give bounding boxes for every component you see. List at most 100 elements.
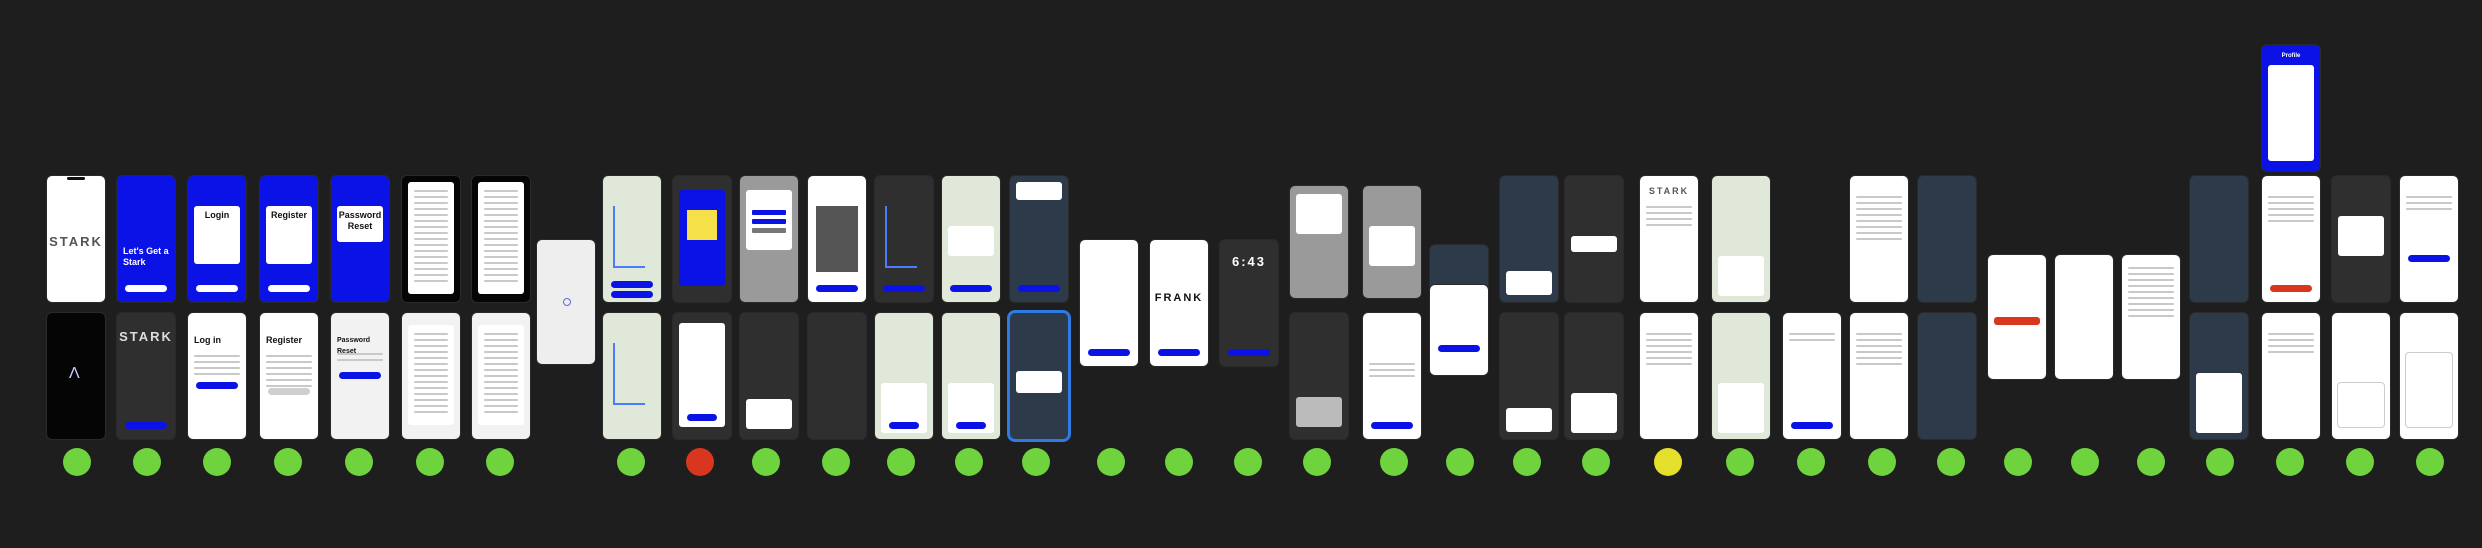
screen-password-reset-white[interactable]: Password Reset [331, 313, 389, 439]
status-dot [2346, 448, 2374, 476]
status-dot [887, 448, 915, 476]
app-logo: STARK [119, 329, 173, 344]
screen-map-1[interactable] [603, 176, 661, 302]
screen-trip-list[interactable] [2122, 255, 2180, 379]
screen-terms-2[interactable] [472, 176, 530, 302]
screen-map-notice[interactable] [1010, 176, 1068, 302]
status-dot [822, 448, 850, 476]
screen-loading [537, 240, 595, 364]
lock-time: 6:43 [1231, 254, 1267, 269]
screen-map-popup[interactable] [942, 176, 1000, 302]
screen-scooter-card-2[interactable] [942, 313, 1000, 439]
screen-password-reset-blue[interactable]: Password Reset [331, 176, 389, 302]
status-dot [133, 448, 161, 476]
status-dot [345, 448, 373, 476]
screen-map-dark-2[interactable] [1500, 176, 1558, 302]
status-dot [416, 448, 444, 476]
screen-settings-dark[interactable] [2190, 313, 2248, 439]
screen-scan-wall[interactable] [808, 313, 866, 439]
screen-ride-card[interactable] [1712, 313, 1770, 439]
screen-splash-dark[interactable]: Λ [47, 313, 105, 439]
screen-terms-3[interactable] [402, 313, 460, 439]
status-dot [617, 448, 645, 476]
login-title: Log in [194, 335, 221, 345]
menu-logo: STARK [1648, 186, 1690, 196]
screen-terms-4[interactable] [472, 313, 530, 439]
status-dot [63, 448, 91, 476]
status-dot [2137, 448, 2165, 476]
screen-account[interactable] [2262, 313, 2320, 439]
screen-change-password[interactable] [2400, 313, 2458, 439]
screen-rating-dark[interactable] [1290, 313, 1348, 439]
login-button[interactable] [196, 382, 238, 389]
screen-login-blue[interactable]: Login [188, 176, 246, 302]
screen-map-dark-1[interactable] [875, 176, 933, 302]
screen-ride-finished[interactable] [1363, 313, 1421, 439]
screen-welcome[interactable]: Let's Get a Stark [117, 176, 175, 302]
screen-map-2[interactable] [603, 313, 661, 439]
screen-scooter-card-1[interactable] [875, 313, 933, 439]
get-started-button[interactable] [125, 285, 167, 292]
register-button[interactable] [268, 285, 310, 292]
screen-edit-profile[interactable] [2262, 176, 2320, 302]
screen-map-dark-7[interactable] [2190, 176, 2248, 302]
register-button[interactable] [268, 388, 310, 395]
screen-dialog-1[interactable] [1290, 186, 1348, 298]
status-dot [274, 448, 302, 476]
status-dot [2416, 448, 2444, 476]
status-dot [1165, 448, 1193, 476]
get-started-button[interactable] [125, 422, 167, 429]
status-dot [1582, 448, 1610, 476]
screen-support-request[interactable] [1988, 255, 2046, 379]
screen-ride-over[interactable] [1430, 285, 1488, 375]
screen-register-white[interactable]: Register [260, 313, 318, 439]
status-dot [1022, 448, 1050, 476]
screen-history-list[interactable] [1850, 176, 1908, 302]
screen-welcome-photo[interactable]: STARK [117, 313, 175, 439]
screen-map-dark-4[interactable] [1918, 176, 1976, 302]
screen-customer-support-1[interactable] [740, 176, 798, 302]
screen-customer-support-2[interactable] [740, 313, 798, 439]
screen-dark-dialog[interactable] [2332, 176, 2390, 302]
screen-bike-summary[interactable] [1565, 313, 1623, 439]
status-dot [1234, 448, 1262, 476]
screen-terms-1[interactable] [402, 176, 460, 302]
status-dot [752, 448, 780, 476]
screen-register-blue[interactable]: Register [260, 176, 318, 302]
screen-dialog-2[interactable] [1363, 186, 1421, 298]
screen-map-dark-6[interactable] [1918, 313, 1976, 439]
terms-card [408, 325, 454, 425]
status-dot [2071, 448, 2099, 476]
status-dot [1513, 448, 1541, 476]
screen-frank[interactable]: FRANK [1150, 240, 1208, 366]
screen-splash[interactable]: STARK [47, 176, 105, 302]
reset-button[interactable] [339, 372, 381, 379]
register-title: Register [270, 210, 307, 220]
screen-menu[interactable]: STARK [1640, 176, 1698, 302]
status-dot [2004, 448, 2032, 476]
screen-map-dark-5[interactable] [1500, 313, 1558, 439]
screen-how-to-drive-2[interactable] [673, 313, 731, 439]
screen-delete-account[interactable] [2332, 313, 2390, 439]
screen-menu-2[interactable] [1640, 313, 1698, 439]
screen-unlock-1[interactable] [1080, 240, 1138, 366]
screen-login-white[interactable]: Log in [188, 313, 246, 439]
screen-parking-selected[interactable] [1010, 313, 1068, 439]
screen-lock[interactable]: 6:43 [1220, 240, 1278, 366]
screen-how-to-drive[interactable] [673, 176, 731, 302]
screen-history-2[interactable] [1783, 313, 1841, 439]
status-dot [1937, 448, 1965, 476]
screen-scan-qr[interactable] [808, 176, 866, 302]
screen-ride-summary-map[interactable] [1712, 176, 1770, 302]
app-logo: STARK [49, 234, 103, 249]
login-title: Login [204, 210, 230, 220]
screen-profile[interactable]: Profile [2262, 45, 2320, 171]
screen-history-3[interactable] [1850, 313, 1908, 439]
reset-title: Password Reset [338, 210, 382, 231]
login-button[interactable] [196, 285, 238, 292]
welcome-title: Let's Get a Stark [123, 246, 169, 267]
status-dot [1726, 448, 1754, 476]
screen-trips[interactable] [2055, 255, 2113, 379]
screen-password-reset-form[interactable] [2400, 176, 2458, 302]
screen-map-dark-3[interactable] [1565, 176, 1623, 302]
